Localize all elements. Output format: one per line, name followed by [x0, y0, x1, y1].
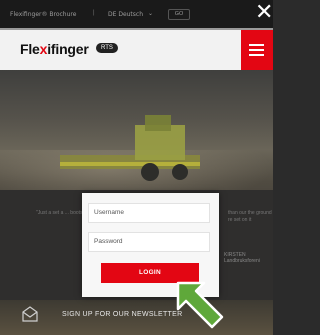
top-bar: Flexifinger® Brochure | DE Deutsch ⌄ GO: [0, 0, 273, 30]
hamburger-icon-line-3: [249, 54, 264, 56]
username-input[interactable]: Username: [88, 203, 210, 223]
menu-button[interactable]: [241, 30, 273, 70]
hamburger-icon-line-1: [249, 44, 264, 46]
flexifinger-logo[interactable]: Flexifinger: [20, 41, 89, 57]
author-org: Landbruksforeni: [224, 258, 260, 264]
logo-text-end: ifinger: [47, 41, 89, 57]
top-divider: |: [93, 10, 95, 16]
testimonial-author: KIRSTEN Landbruksforeni: [224, 252, 260, 264]
chevron-down-icon[interactable]: ⌄: [148, 10, 153, 17]
testimonial-quote-right: than our the ground re set on it: [228, 210, 272, 223]
site-header: Flexifinger RTS: [0, 30, 273, 70]
logo-text-start: Fle: [20, 41, 40, 57]
logo-badge: RTS: [96, 43, 118, 53]
password-input[interactable]: Password: [88, 232, 210, 252]
language-select[interactable]: DE Deutsch: [108, 11, 143, 18]
go-button[interactable]: GO: [168, 9, 190, 20]
close-icon[interactable]: ✕: [255, 2, 273, 24]
page: Flexifinger® Brochure | DE Deutsch ⌄ GO …: [0, 0, 273, 335]
newsletter-signup-link[interactable]: SIGN UP FOR OUR NEWSLETTER: [62, 311, 182, 318]
pointer-arrow-icon: [176, 281, 224, 329]
hamburger-icon-line-2: [249, 49, 264, 51]
harvester-illustration: [60, 115, 200, 181]
newsletter-icon: [22, 306, 38, 322]
brochure-link[interactable]: Flexifinger® Brochure: [10, 11, 76, 18]
